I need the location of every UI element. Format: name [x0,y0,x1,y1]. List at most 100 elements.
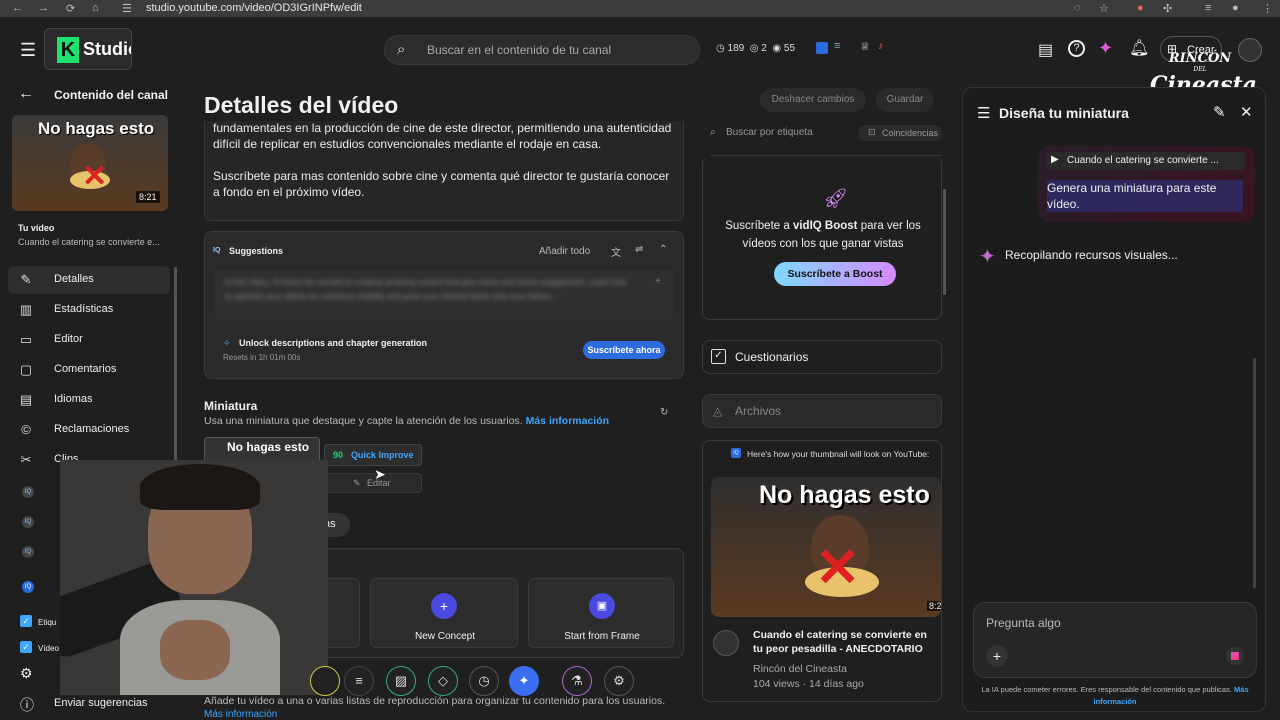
forward-arrow-icon[interactable]: → [38,2,49,14]
flask-icon[interactable]: ⚗ [562,666,592,696]
clock-icon: ◷ [716,43,725,54]
ai-thumbnail-panel: ☰ Diseña tu miniatura ✎ ✕ ▶ Cuando el ca… [962,87,1266,712]
sidebar-item-analytics[interactable]: ▥ Estadísticas [8,296,170,324]
site-info-icon[interactable]: ☰ [122,2,132,15]
scrollbar[interactable] [1253,358,1256,588]
scissors-icon: ✂ [20,452,32,467]
checkbox-checked[interactable]: ✓ [20,641,32,653]
video-chip[interactable]: ▶ Cuando el catering se convierte ... [1047,152,1245,170]
tag-search-input[interactable]: Buscar por etiqueta [726,127,813,138]
tag-icon[interactable]: ◇ [428,666,458,696]
tune-icon[interactable]: ⇌ [635,244,643,255]
settings-gear-icon[interactable]: ⚙ [20,665,33,682]
description-line: Suscríbete para mas contenido sobre cine… [213,169,670,183]
files-label: Archivos [735,404,782,418]
subscribe-now-button[interactable]: Suscríbete ahora [583,341,665,359]
channel-avatar[interactable] [713,630,739,656]
thumbnail-text: No hagas esto [759,481,930,509]
settings-gear-icon[interactable]: ⚙ [604,666,634,696]
home-icon[interactable]: ⌂ [92,2,99,14]
quizzes-label: Cuestionarios [735,350,809,364]
new-chat-icon[interactable]: ✎ [1213,103,1226,121]
back-arrow-icon[interactable]: ← [18,85,34,103]
extension-icon[interactable]: ● [1137,2,1144,14]
description-field[interactable]: fundamentales en la producción de cine d… [204,121,684,221]
profile-icon[interactable]: ● [1232,2,1239,14]
sidebar-item-claims[interactable]: © Reclamaciones [8,416,170,444]
address-bar[interactable]: studio.youtube.com/video/OD3IGrINPfw/edi… [146,2,362,14]
history-icon[interactable]: ↻ [660,407,668,418]
channel-content-link[interactable]: Contenido del canal [54,88,168,102]
more-info-link[interactable]: Más información [526,415,609,427]
description-line: difícil de replicar en estudios convenci… [213,137,602,151]
quick-improve-button[interactable]: 90 Quick Improve [324,444,422,466]
sidebar-item-label: Comentarios [54,363,117,375]
puzzle-icon[interactable]: ✣ [1163,2,1172,15]
subscribe-boost-button[interactable]: Suscríbete a Boost [774,262,896,286]
red-x-icon: ✕ [82,160,108,193]
files-section[interactable]: ◬ Archivos [702,394,942,428]
sidebar-item-label: Reclamaciones [54,423,130,435]
start-from-frame-card[interactable]: ▣ Start from Frame [528,578,674,648]
text-lines-icon[interactable]: ≡ [344,666,374,696]
partial-tool-icon[interactable] [310,666,340,696]
bell-small-icon[interactable]: ♪ [878,40,884,52]
vidiq-icon[interactable]: IQ [22,486,34,498]
reload-icon[interactable]: ⟳ [66,2,75,15]
search-input[interactable]: Buscar en el contenido de tu canal [427,43,611,57]
plus-icon: + [431,593,457,619]
hamburger-menu-icon[interactable]: ☰ [20,40,36,61]
vidiq-icon[interactable] [816,42,828,54]
stat-a: 189 [727,43,745,54]
trophy-icon[interactable]: ♕ [860,40,870,53]
scrollbar[interactable] [943,189,946,295]
prompt-input[interactable]: Pregunta algo [986,616,1061,630]
translate-icon[interactable]: 文 [611,244,621,259]
new-concept-label: New Concept [414,631,476,642]
send-feedback-link[interactable]: Enviar sugerencias [54,697,148,709]
info-icon[interactable]: ⓘ [20,695,34,715]
vidiq-icon[interactable]: IQ [22,581,34,593]
chevron-up-icon[interactable]: ⌃ [659,244,667,255]
stop-button[interactable] [1226,647,1244,665]
eye-off-icon[interactable]: ◌ [1074,2,1081,14]
coincidence-chip[interactable]: ⊡ Coincidencias [858,125,942,141]
search-bar[interactable]: ⌕ Buscar en el contenido de tu canal [384,35,700,65]
preview-thumbnail[interactable]: No hagas esto ✕ 8:2 [711,477,941,617]
back-arrow-icon[interactable]: ← [12,2,23,14]
quizzes-section[interactable]: ✓ Cuestionarios [702,340,942,374]
sidebar-item-languages[interactable]: ▤ Idiomas [8,386,170,414]
list-icon[interactable]: ≡ [834,40,840,52]
chart-icon: ▥ [19,302,33,317]
reading-list-icon[interactable]: ≡ [1205,2,1211,14]
image-edit-icon[interactable]: ▨ [386,666,416,696]
checkbox-checked[interactable]: ✓ [20,615,32,627]
add-all-button[interactable]: Añadir todo [539,246,590,257]
new-concept-card[interactable]: + New Concept [370,578,518,648]
ai-sparkle-icon[interactable]: ✦ [509,666,539,696]
vidiq-icon[interactable]: IQ [22,546,34,558]
sidebar-item-editor[interactable]: ▭ Editor [8,326,170,354]
hamburger-menu-icon[interactable]: ☰ [977,104,990,122]
video-thumbnail[interactable]: No hagas esto ✕ 8:21 [12,115,168,211]
frame-icon: ▣ [589,593,615,619]
prompt-box[interactable]: Pregunta algo + [973,602,1257,678]
user-message-bubble: ▶ Cuando el catering se convierte ... Ge… [1037,146,1255,222]
studio-logo[interactable]: K Studio [44,28,132,70]
add-attachment-icon[interactable]: + [986,645,1008,667]
edit-thumbnail-button[interactable]: ✎ Editar [324,473,422,493]
sidebar-item-details[interactable]: ✎ Detalles [8,266,170,294]
sidebar-item-comments[interactable]: ▢ Comentarios [8,356,170,384]
notification-bell-icon[interactable]: 🔔︎ [1129,38,1149,58]
menu-icon[interactable]: ⋮ [1262,2,1273,15]
gemini-sparkle-icon[interactable]: ✦ [1098,38,1113,59]
vidiq-icon[interactable]: IQ [22,516,34,528]
bookmark-star-icon[interactable]: ☆ [1099,2,1109,15]
close-icon[interactable]: ✕ [1240,103,1253,121]
playlist-more-link[interactable]: Más información [204,709,277,720]
feedback-icon[interactable]: ▤ [1038,40,1053,60]
clock-icon[interactable]: ◷ [469,666,499,696]
your-video-label: Tu vídeo [18,223,55,233]
reset-timer: Resets in 1h 01m 00s [223,353,301,362]
help-icon[interactable]: ? [1068,40,1085,57]
